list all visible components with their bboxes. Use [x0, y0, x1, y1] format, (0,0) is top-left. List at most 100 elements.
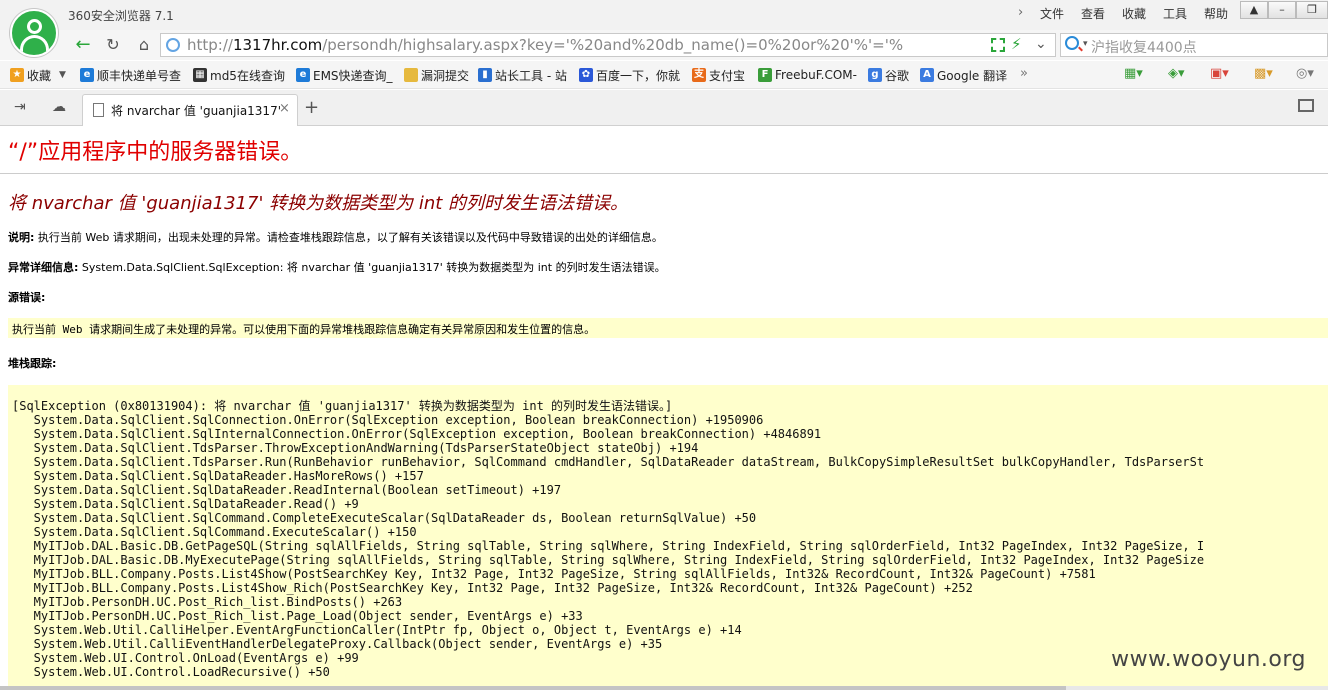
freebuf-icon: F [758, 68, 772, 82]
stack-trace-line: System.Web.Util.CalliEventHandlerDelegat… [12, 637, 663, 651]
active-tab[interactable]: 将 nvarchar 值 'guanjia1317' × [82, 94, 298, 126]
menu-help[interactable]: 帮助 [1204, 5, 1228, 22]
watermark: www.wooyun.org [1111, 647, 1306, 672]
stack-trace-line: MyITJob.BLL.Company.Posts.List4Show(Post… [12, 567, 1096, 581]
minimize-button[interactable]: – [1268, 1, 1296, 19]
tab-title[interactable]: 将 nvarchar 值 'guanjia1317' [111, 102, 281, 119]
tab-bar: ⇥ ☁ 将 nvarchar 值 'guanjia1317' × + [0, 90, 1328, 126]
stack-trace-line: System.Data.SqlClient.SqlInternalConnect… [12, 427, 822, 441]
chevron-down-icon[interactable]: ⌄ [1035, 36, 1047, 52]
stack-trace-line: MyITJob.BLL.Company.Posts.List4Show_Rich… [12, 581, 973, 595]
app-title: 360安全浏览器 7.1 [68, 9, 174, 23]
qr-code-icon[interactable] [991, 38, 1005, 52]
bookmark-freebuf[interactable]: F FreebuF.COM- [758, 66, 857, 84]
screenshot-icon[interactable]: ▩▾ [1254, 66, 1273, 81]
stack-trace-line: System.Data.SqlClient.SqlDataReader.Read… [12, 497, 359, 511]
sidebar-toggle-icon[interactable]: ⇥ [14, 99, 26, 115]
chevron-down-icon: ▼ [59, 70, 66, 80]
exception-detail-label: 异常详细信息: [8, 261, 79, 274]
scrollbar-thumb[interactable] [0, 686, 1066, 690]
search-box[interactable]: ▾ 沪指收复4400点 [1060, 33, 1328, 57]
stack-trace-line: System.Data.SqlClient.SqlCommand.Execute… [12, 525, 417, 539]
source-error-text: 执行当前 Web 请求期间生成了未处理的异常。可以使用下面的异常堆栈跟踪信息确定… [12, 323, 596, 336]
restore-button[interactable]: ❐ [1296, 1, 1328, 19]
sf-icon: e [80, 68, 94, 82]
stack-trace-line: System.Web.Util.CalliHelper.EventArgFunc… [12, 623, 742, 637]
page-icon [93, 103, 104, 117]
ems-icon: e [296, 68, 310, 82]
lightning-icon[interactable]: ⚡ [1011, 35, 1022, 53]
shirt-icon[interactable]: ▲ [1240, 1, 1268, 19]
tab-manager-icon[interactable] [1298, 99, 1314, 112]
chevron-right-icon[interactable]: › [1018, 5, 1023, 20]
google-icon: g [868, 68, 882, 82]
stack-trace-line: MyITJob.PersonDH.UC.Post_Rich_list.BindP… [12, 595, 403, 609]
more-bookmarks-icon[interactable]: » [1020, 66, 1028, 81]
stack-trace-line: MyITJob.PersonDH.UC.Post_Rich_list.Page_… [12, 609, 583, 623]
globe-icon [166, 38, 180, 52]
menu-favorites[interactable]: 收藏 [1122, 5, 1146, 22]
bookmark-md5[interactable]: ▦ md5在线查询 [193, 66, 285, 84]
stack-trace-line: System.Data.SqlClient.TdsParser.ThrowExc… [12, 441, 699, 455]
divider [0, 173, 1328, 174]
stack-trace-line: System.Web.UI.Control.LoadRecursive() +5… [12, 665, 330, 679]
horizontal-scrollbar[interactable] [0, 686, 1328, 690]
bookmark-google[interactable]: g 谷歌 [868, 66, 909, 84]
stack-trace-line: System.Data.SqlClient.SqlDataReader.Read… [12, 483, 562, 497]
new-tab-button[interactable]: + [304, 97, 319, 118]
refresh-icon[interactable]: ↻ [102, 34, 124, 56]
stack-trace-line: MyITJob.DAL.Basic.DB.MyExecutePage(Strin… [12, 553, 1205, 567]
stack-trace-line: System.Data.SqlClient.SqlConnection.OnEr… [12, 413, 764, 427]
menu-tools[interactable]: 工具 [1163, 5, 1187, 22]
bookmarks-bar: ★ 收藏 ▼ e 顺丰快递单号查 ▦ md5在线查询 e EMS快递查询_ 漏洞提交 ▮ 站… [0, 61, 1328, 89]
page-heading: “/”应用程序中的服务器错误。 [8, 140, 303, 165]
paw-icon: ✿ [579, 68, 593, 82]
browser-logo-icon [10, 9, 58, 57]
bookmark-webmaster-tools[interactable]: ▮ 站长工具 - 站 [478, 66, 567, 84]
adblock-icon[interactable]: ▣▾ [1210, 66, 1229, 81]
address-bar[interactable]: http://1317hr.com/persondh/highsalary.as… [160, 33, 1056, 57]
exception-detail-text: System.Data.SqlClient.SqlException: 将 nv… [78, 261, 666, 274]
bookmark-vuln-submit[interactable]: 漏洞提交 [404, 66, 469, 84]
back-arrow-icon[interactable]: ← [72, 34, 94, 56]
source-error-box: 执行当前 Web 请求期间生成了未处理的异常。可以使用下面的异常堆栈跟踪信息确定… [8, 318, 1328, 338]
menu-view[interactable]: 查看 [1081, 5, 1105, 22]
bookmark-favorites[interactable]: ★ 收藏 ▼ [10, 66, 66, 84]
stack-trace-line: [SqlException (0x80131904): 将 nvarchar 值… [12, 399, 673, 413]
bookmark-ems[interactable]: e EMS快递查询_ [296, 66, 393, 84]
search-engine-dropdown-icon[interactable]: ▾ [1083, 39, 1088, 49]
search-placeholder[interactable]: 沪指收复4400点 [1091, 37, 1197, 57]
error-title: 将 nvarchar 值 'guanjia1317' 转换为数据类型为 int … [8, 193, 629, 214]
source-error-label: 源错误: [8, 291, 46, 304]
shield-icon[interactable]: ◈▾ [1168, 66, 1185, 81]
translate-icon: A [920, 68, 934, 82]
search-icon[interactable] [1065, 36, 1079, 50]
stack-trace-box: [SqlException (0x80131904): 将 nvarchar 值… [8, 385, 1328, 690]
description-line: 说明: 执行当前 Web 请求期间，出现未处理的异常。请检查堆栈跟踪信息，以了解… [8, 229, 663, 245]
stack-trace-line: System.Data.SqlClient.SqlCommand.Complet… [12, 511, 757, 525]
navigation-bar: ← ↻ ⌂ http://1317hr.com/persondh/highsal… [0, 30, 1328, 60]
url-text[interactable]: http://1317hr.com/persondh/highsalary.as… [187, 36, 903, 54]
bookmark-baidu[interactable]: ✿ 百度一下，你就 [579, 66, 680, 84]
stack-trace-line: MyITJob.DAL.Basic.DB.GetPageSQL(String s… [12, 539, 1205, 553]
exception-detail-line: 异常详细信息: System.Data.SqlClient.SqlExcepti… [8, 259, 666, 275]
alipay-icon: 支 [692, 68, 706, 82]
apps-grid-icon[interactable]: ▦▾ [1124, 66, 1143, 81]
description-label: 说明: [8, 231, 35, 244]
stack-trace-line: System.Data.SqlClient.SqlDataReader.HasM… [12, 469, 424, 483]
description-text: 执行当前 Web 请求期间，出现未处理的异常。请检查堆栈跟踪信息，以了解有关该错… [34, 231, 663, 244]
close-icon[interactable]: × [279, 101, 290, 116]
game-icon[interactable]: ◎▾ [1296, 66, 1314, 81]
menu-file[interactable]: 文件 [1040, 5, 1064, 22]
star-icon: ★ [10, 68, 24, 82]
folder-icon [404, 68, 418, 82]
grid-icon: ▦ [193, 68, 207, 82]
page-content: “/”应用程序中的服务器错误。 将 nvarchar 值 'guanjia131… [0, 127, 1328, 690]
stack-trace-label: 堆栈跟踪: [8, 357, 57, 370]
title-bar: 360安全浏览器 7.1 › 文件 查看 收藏 工具 帮助 ▲ – ❐ [0, 0, 1328, 30]
bookmark-sf-express[interactable]: e 顺丰快递单号查 [80, 66, 181, 84]
cloud-icon[interactable]: ☁ [52, 99, 66, 115]
bookmark-google-translate[interactable]: A Google 翻译 [920, 66, 1007, 84]
bookmark-alipay[interactable]: 支支付宝 [692, 66, 745, 84]
home-icon[interactable]: ⌂ [133, 34, 155, 56]
